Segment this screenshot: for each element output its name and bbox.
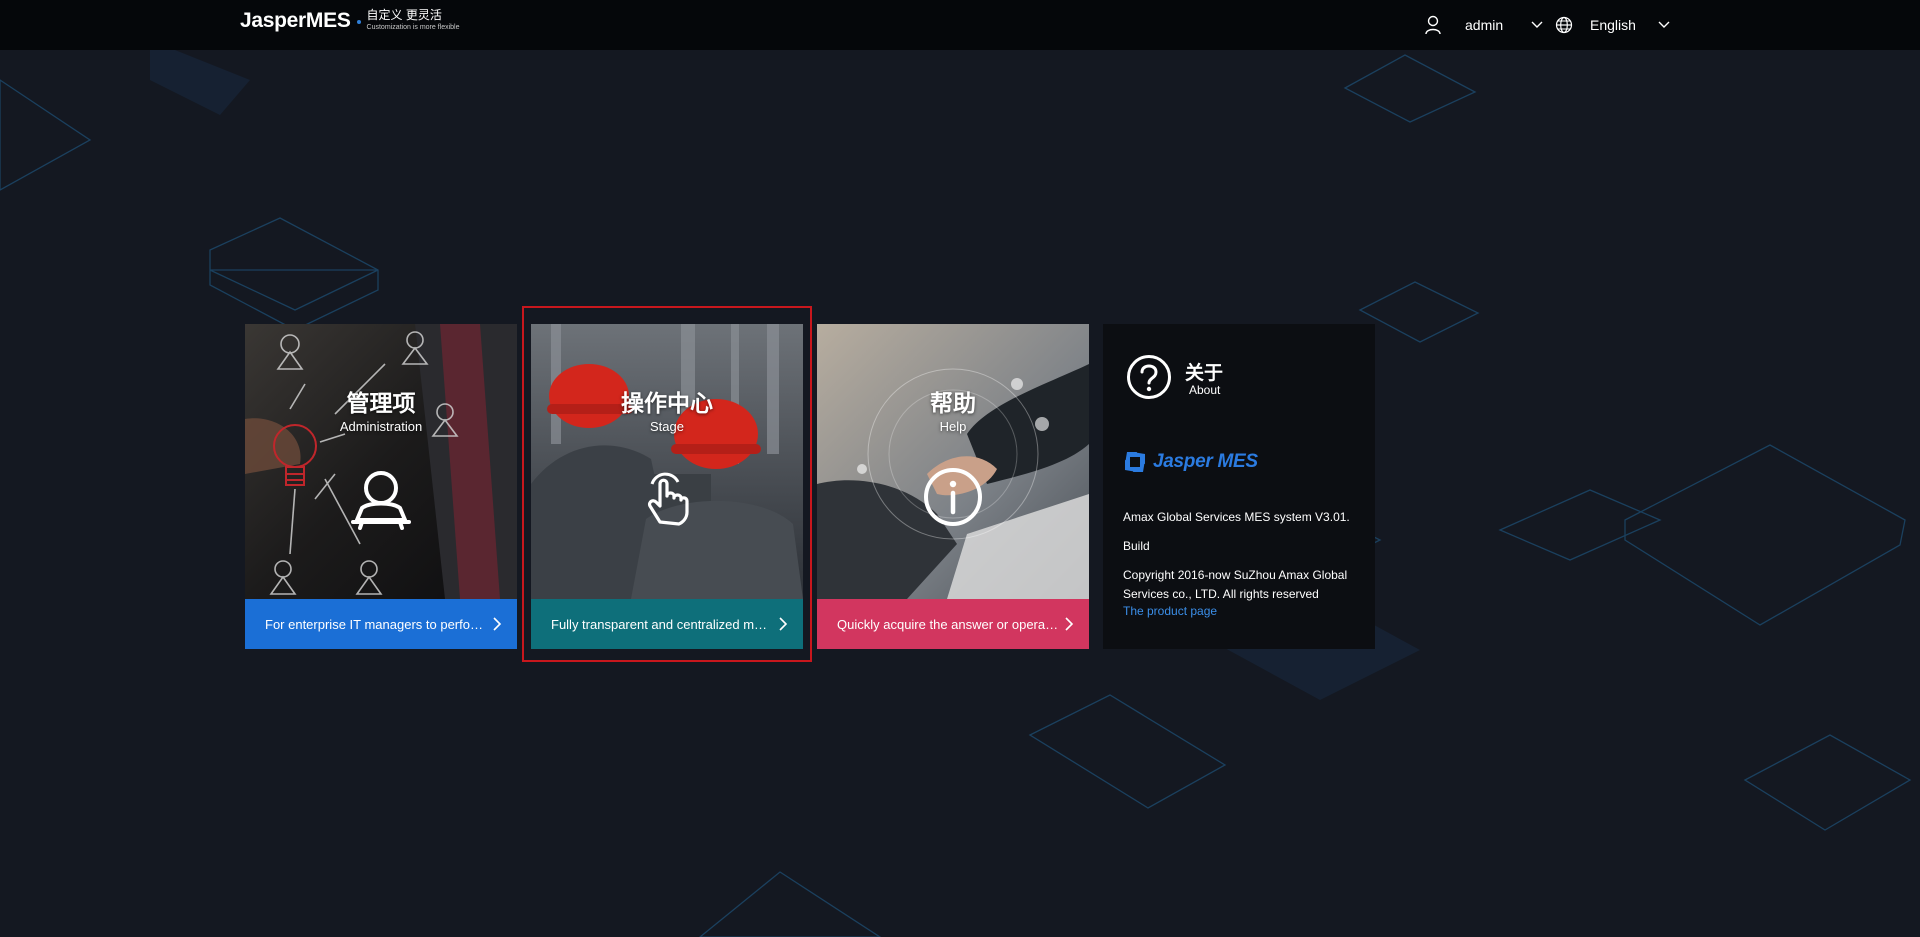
about-title: 关于	[1185, 363, 1224, 384]
logo-dot	[356, 20, 361, 24]
chevron-down-icon	[1531, 21, 1543, 28]
card-footer[interactable]: Quickly acquire the answer or operation …	[817, 599, 1089, 649]
about-subtitle: About	[1189, 383, 1221, 397]
logo-tagline-en: Customization is more flexible	[366, 24, 460, 31]
card-title: 管理项	[346, 390, 416, 416]
card-subtitle: Administration	[339, 419, 423, 434]
chevron-right-icon	[1065, 617, 1074, 631]
logo-tagline: 自定义 更灵活 Customization is more flexible	[367, 8, 460, 32]
info-icon	[924, 468, 982, 526]
app-logo[interactable]: JasperMES 自定义 更灵活 Customization is more …	[240, 8, 460, 34]
user-icon	[351, 471, 411, 530]
about-logo-text: Jasper MES	[1153, 451, 1258, 472]
language-label: English	[1590, 17, 1636, 33]
chevron-right-icon	[493, 617, 502, 631]
user-icon	[1425, 15, 1441, 35]
about-copyright: Copyright 2016-now SuZhou Amax Global Se…	[1123, 568, 1348, 601]
administration-photo	[245, 324, 517, 599]
about-system-version: Amax Global Services MES system V3.01.	[1123, 510, 1350, 524]
language-selector[interactable]: English	[1555, 10, 1670, 40]
card-description: Quickly acquire the answer or operation …	[837, 616, 1059, 632]
card-help[interactable]: 帮助 Help Quickly acquire the answer or op…	[817, 324, 1089, 649]
card-subtitle: Help	[939, 419, 967, 434]
logo-wordmark: JasperMES	[240, 9, 351, 32]
top-navigation-bar: JasperMES 自定义 更灵活 Customization is more …	[0, 0, 1920, 50]
user-name: admin	[1465, 17, 1504, 33]
jasper-logo-icon	[1125, 452, 1145, 472]
card-administration[interactable]: 管理项 Administration For enterprise IT man…	[245, 324, 517, 649]
card-title: 帮助	[930, 390, 976, 416]
logo-tagline-cn: 自定义 更灵活	[366, 8, 442, 22]
globe-icon	[1555, 16, 1573, 34]
jasper-mes-logo: Jasper MES	[1123, 450, 1258, 474]
card-footer[interactable]: For enterprise IT managers to perform sy…	[245, 599, 517, 649]
help-photo	[817, 324, 1089, 599]
product-page-link[interactable]: The product page	[1123, 604, 1217, 618]
selection-highlight	[522, 306, 812, 662]
about-build: Build	[1123, 539, 1150, 553]
chevron-down-icon	[1658, 21, 1670, 28]
card-about: 关于 About Jasper MES Amax Global Services…	[1103, 324, 1375, 649]
user-menu[interactable]: admin	[1424, 10, 1543, 40]
card-description: For enterprise IT managers to perform sy…	[265, 616, 487, 632]
question-icon	[1127, 355, 1171, 399]
